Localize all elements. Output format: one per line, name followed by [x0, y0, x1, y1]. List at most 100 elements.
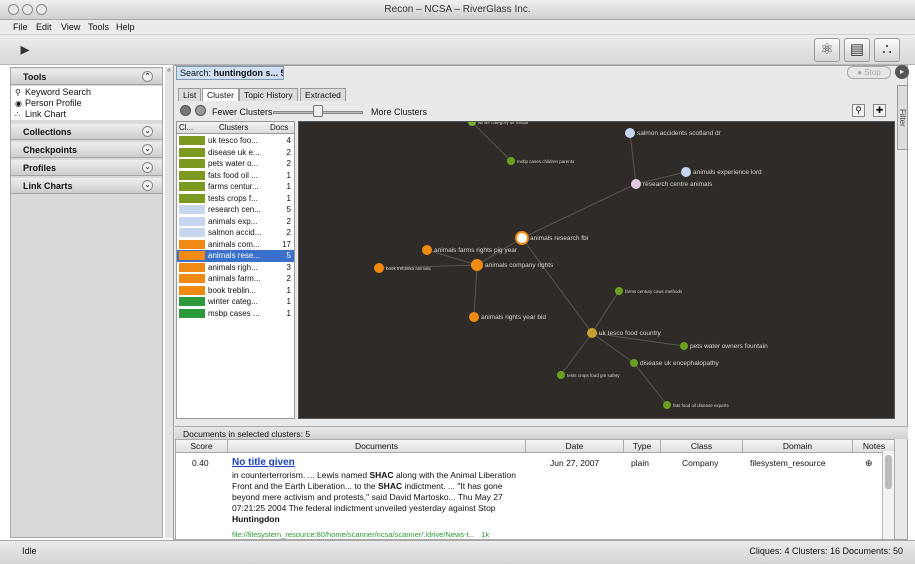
graph-edge [560, 332, 593, 376]
cluster-row[interactable]: animals righ... 3 [177, 262, 294, 274]
domain-header[interactable]: Domain [743, 440, 853, 453]
documents-header[interactable]: Documents [228, 440, 526, 453]
document-icon[interactable]: ▤ [844, 38, 870, 62]
menu-view[interactable]: View [61, 22, 80, 32]
graph-node[interactable] [507, 157, 515, 165]
tab-topic-history[interactable]: Topic History [239, 88, 298, 101]
graph-node[interactable] [680, 342, 688, 350]
tab-cluster[interactable]: Cluster [202, 88, 239, 101]
link-charts-section-header[interactable]: Link Charts ⌄ [11, 178, 162, 194]
tab-list[interactable]: List [178, 88, 202, 101]
graph-node[interactable] [631, 179, 641, 189]
status-bar: Idle Cliques: 4 Clusters: 16 Documents: … [0, 540, 915, 564]
graph-node[interactable] [471, 259, 483, 271]
column-clusters-header[interactable]: Clusters [219, 123, 248, 132]
graph-node[interactable] [374, 263, 384, 273]
menu-help[interactable]: Help [116, 22, 135, 32]
tool-keyword-search[interactable]: ⚲ Keyword Search [15, 87, 91, 97]
cluster-doc-count: 2 [286, 159, 291, 168]
graph-node[interactable] [625, 128, 635, 138]
cluster-slider-thumb[interactable] [313, 105, 323, 117]
expand-icon[interactable]: ⌄ [142, 144, 153, 155]
cluster-row[interactable]: uk tesco foo... 4 [177, 135, 294, 147]
graph-node[interactable] [630, 359, 638, 367]
tool-link-chart[interactable]: ∴ Link Chart [15, 109, 66, 119]
stop-clustering-icon[interactable] [195, 105, 206, 116]
doc-snippet: in counterterrorism. ... Lewis named SHA… [232, 470, 517, 525]
cluster-row[interactable]: pets water o... 2 [177, 158, 294, 170]
graph-node[interactable] [515, 231, 529, 245]
profiles-section-header[interactable]: Profiles ⌄ [11, 160, 162, 176]
graph-node[interactable] [469, 312, 479, 322]
cluster-row[interactable]: tests crops f... 1 [177, 193, 294, 205]
checkpoints-section-header[interactable]: Checkpoints ⌄ [11, 142, 162, 158]
filter-tab[interactable]: Filter [897, 85, 908, 150]
expand-icon[interactable]: ⌄ [142, 162, 153, 173]
score-header[interactable]: Score [176, 440, 228, 453]
forward-arrow-icon[interactable]: ▸ [895, 65, 909, 79]
graph-node[interactable] [587, 328, 597, 338]
cluster-row[interactable]: book treblin... 1 [177, 285, 294, 297]
graph-node[interactable] [615, 287, 623, 295]
add-note-icon[interactable]: ⊕ [865, 458, 873, 469]
tools-section-header[interactable]: Tools ⌃ [11, 69, 162, 85]
fit-view-icon[interactable]: ✚ [873, 104, 886, 117]
clusters-table-header: Cl... Clusters Docs [177, 122, 294, 134]
scrollbar-thumb[interactable] [885, 455, 892, 489]
graph-node[interactable] [557, 371, 565, 379]
cluster-graph[interactable]: winter category uk medal msbp cases child… [298, 121, 895, 419]
cluster-color-swatch [179, 170, 205, 180]
cluster-color-swatch [179, 193, 205, 203]
title-bar: Recon – NCSA – RiverGlass Inc. [0, 0, 915, 20]
refresh-icon[interactable] [180, 105, 191, 116]
graph-node[interactable] [422, 245, 432, 255]
stop-button[interactable]: ● Stop [847, 66, 891, 79]
zoom-icon[interactable]: ⚲ [852, 104, 865, 117]
panel-splitter[interactable]: « [165, 67, 173, 538]
date-header[interactable]: Date [526, 440, 624, 453]
graph-node[interactable] [681, 167, 691, 177]
collapse-icon[interactable]: ⌃ [142, 71, 153, 82]
collections-section-header[interactable]: Collections ⌄ [11, 124, 162, 140]
doc-title-link[interactable]: No title given [232, 457, 295, 468]
recon-logo-icon[interactable]: ▸ [12, 38, 38, 62]
cluster-row[interactable]: winter categ... 1 [177, 296, 294, 308]
keyword-search-icon[interactable]: ⚛ [814, 38, 840, 62]
documents-scrollbar[interactable] [882, 451, 894, 539]
column-docs-header[interactable]: Docs [270, 123, 288, 132]
cluster-row[interactable]: disease uk e... 2 [177, 147, 294, 159]
cluster-color-swatch [179, 228, 205, 237]
search-tab[interactable]: Search: huntingdon s... 50 [176, 66, 284, 80]
cluster-row[interactable]: animals com... 17 [177, 239, 294, 251]
cluster-row[interactable]: animals farm... 2 [177, 273, 294, 285]
tab-extracted[interactable]: Extracted [300, 88, 346, 101]
menu-tools[interactable]: Tools [88, 22, 109, 32]
more-clusters-label: More Clusters [371, 107, 428, 117]
cluster-color-swatch [179, 205, 205, 214]
tool-person-profile[interactable]: ◉ Person Profile [15, 98, 82, 108]
cluster-color-swatch [179, 159, 205, 168]
cluster-name: animals exp... [208, 216, 258, 226]
cluster-graph-svg: winter category uk medal msbp cases child… [374, 122, 768, 409]
cluster-row[interactable]: research cen... 5 [177, 204, 294, 216]
cluster-row[interactable]: salmon accid... 2 [177, 227, 294, 239]
cluster-row[interactable]: animals rese... 5 [177, 250, 294, 262]
cluster-row[interactable]: fats food oil ... 1 [177, 170, 294, 182]
type-header[interactable]: Type [624, 440, 661, 453]
graph-node[interactable] [663, 401, 671, 409]
cluster-row[interactable]: msbp cases ... 1 [177, 308, 294, 320]
menu-file[interactable]: File [13, 22, 28, 32]
cluster-color-swatch [179, 251, 205, 260]
cluster-color-swatch [179, 216, 205, 226]
cluster-row[interactable]: farms centur... 1 [177, 181, 294, 193]
doc-url[interactable]: file://filesystem_resource:80/home/scann… [232, 530, 489, 539]
link-chart-icon[interactable]: ∴ [874, 38, 900, 62]
cluster-row[interactable]: animals exp... 2 [177, 216, 294, 228]
search-query: huntingdon s... [213, 68, 279, 78]
checkpoints-label: Checkpoints [23, 145, 78, 155]
menu-edit[interactable]: Edit [36, 22, 52, 32]
class-header[interactable]: Class [661, 440, 743, 453]
column-color-header[interactable]: Cl... [179, 123, 193, 132]
expand-icon[interactable]: ⌄ [142, 126, 153, 137]
expand-icon[interactable]: ⌄ [142, 180, 153, 191]
